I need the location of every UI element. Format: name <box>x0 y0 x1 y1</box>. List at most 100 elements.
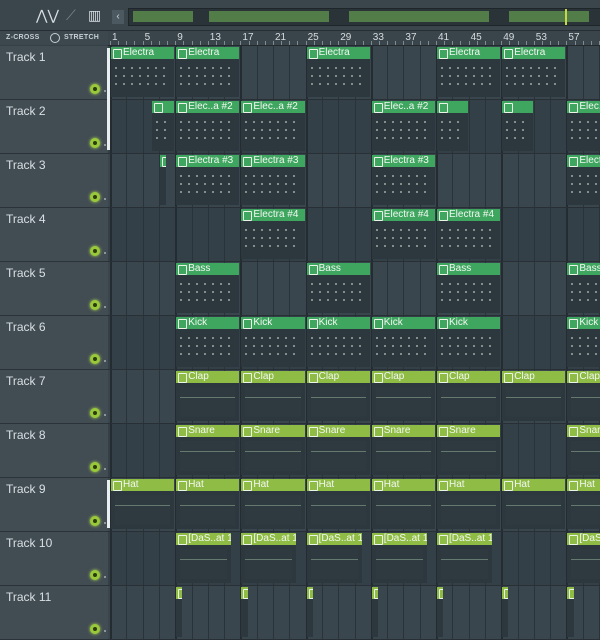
playlist-clip[interactable]: Snare <box>437 425 501 475</box>
track-mute-led-icon[interactable] <box>90 408 100 418</box>
track-lane[interactable]: Electra #4 Electra #4 Electra #4 <box>108 208 600 262</box>
pencil-icon[interactable]: ⟋ <box>66 8 76 22</box>
playlist-clip[interactable]: Clap <box>502 371 566 421</box>
playlist-clip[interactable] <box>176 587 183 637</box>
track-lane[interactable]: [DaS..at 1 [DaS..at 1 [DaS..at 1 [DaS..at 1… <box>108 532 600 586</box>
playlist-clip[interactable]: Elec..a #2 <box>371 101 435 151</box>
track-header[interactable]: Track 9 <box>0 478 108 532</box>
playlist-clip[interactable]: Hat <box>241 479 305 529</box>
playlist-clip[interactable]: Snare <box>567 425 600 475</box>
playlist-clip[interactable] <box>306 587 313 637</box>
track-lane[interactable]: Electra #3Electra #3Electra #3Electr... <box>108 154 600 208</box>
track-lane[interactable]: Kick Kick Kick Kick Kick Kick <box>108 316 600 370</box>
playlist-clip[interactable] <box>502 101 533 151</box>
playlist-clip[interactable]: [DaS..at 1 <box>176 533 232 583</box>
playlist-clip[interactable]: [DaS..at 1 <box>567 533 600 583</box>
playlist-clip[interactable]: [DaS..at 1 <box>371 533 427 583</box>
playlist-clip[interactable] <box>241 587 248 637</box>
playlist-clip[interactable]: Elec..a #2 <box>176 101 240 151</box>
playlist-clip[interactable]: Kick <box>241 317 305 367</box>
playlist-clip[interactable]: Kick <box>567 317 600 367</box>
playlist-clip[interactable]: Kick <box>306 317 370 367</box>
playlist-clip[interactable]: Electra #3 <box>176 155 240 205</box>
playlist-clip[interactable]: Clap <box>241 371 305 421</box>
track-header[interactable]: Track 7 <box>0 370 108 424</box>
track-mute-led-icon[interactable] <box>90 138 100 148</box>
zcross-label[interactable]: Z-CROSS <box>6 34 40 41</box>
track-header[interactable]: Track 4 <box>0 208 108 262</box>
track-resize-grip[interactable] <box>104 360 106 362</box>
playlist-clip[interactable]: Hat <box>176 479 240 529</box>
track-header[interactable]: Track 8 <box>0 424 108 478</box>
playlist-clip[interactable]: Electra <box>306 47 370 97</box>
keyboard-icon[interactable]: ▥ <box>88 8 101 22</box>
playlist-clip[interactable] <box>502 587 509 637</box>
playlist-clip[interactable]: Clap <box>567 371 600 421</box>
playlist-clip[interactable]: Clap <box>437 371 501 421</box>
track-mute-led-icon[interactable] <box>90 84 100 94</box>
track-resize-grip[interactable] <box>104 252 106 254</box>
track-header[interactable]: Track 6 <box>0 316 108 370</box>
scroll-left-arrow[interactable]: ‹ <box>112 10 124 24</box>
track-lane[interactable]: Bass Bass Bass Bass <box>108 262 600 316</box>
playlist-clip[interactable]: Electra <box>502 47 566 97</box>
playlist-overview[interactable] <box>128 8 600 26</box>
playlist-clip[interactable] <box>437 587 444 637</box>
playlist-clip[interactable]: Clap <box>176 371 240 421</box>
playlist-clip[interactable]: Electra <box>176 47 240 97</box>
track-mute-led-icon[interactable] <box>90 462 100 472</box>
track-resize-grip[interactable] <box>104 198 106 200</box>
track-resize-grip[interactable] <box>104 468 106 470</box>
playlist-clip[interactable]: Elec..a #2 <box>241 101 305 151</box>
track-header[interactable]: Track 3 <box>0 154 108 208</box>
track-header[interactable]: Track 10 <box>0 532 108 586</box>
playlist-clip[interactable]: Electra #4 <box>241 209 305 259</box>
track-mute-led-icon[interactable] <box>90 300 100 310</box>
playlist-clip[interactable]: Hat <box>502 479 566 529</box>
playlist-clip[interactable]: Electra <box>437 47 501 97</box>
playlist-clip[interactable]: [DaS..at 1 <box>437 533 493 583</box>
playlist-clip[interactable]: Hat <box>111 479 175 529</box>
track-resize-grip[interactable] <box>104 306 106 308</box>
track-lane[interactable] <box>108 586 600 640</box>
track-resize-grip[interactable] <box>104 630 106 632</box>
playlist-clip[interactable]: Snare <box>306 425 370 475</box>
playlist-clip[interactable] <box>159 155 167 205</box>
track-mute-led-icon[interactable] <box>90 354 100 364</box>
playlist-clip[interactable]: Hat <box>371 479 435 529</box>
playlist-clip[interactable] <box>567 587 574 637</box>
track-header[interactable]: Track 2 <box>0 100 108 154</box>
overview-cursor[interactable] <box>565 9 567 25</box>
waveform-icon[interactable]: ⋀⋁ <box>36 8 59 22</box>
track-mute-led-icon[interactable] <box>90 516 100 526</box>
track-lane[interactable]: Hat Hat Hat Hat Hat Hat Hat Hat <box>108 478 600 532</box>
track-resize-grip[interactable] <box>104 414 106 416</box>
playlist-clip[interactable]: Hat <box>437 479 501 529</box>
track-lane[interactable]: SnareSnareSnareSnareSnareSnare <box>108 424 600 478</box>
track-mute-led-icon[interactable] <box>90 624 100 634</box>
playlist-clip[interactable]: Electr... <box>567 155 600 205</box>
playlist-clip[interactable]: Kick <box>371 317 435 367</box>
playlist-clip[interactable]: Snare <box>371 425 435 475</box>
playlist-clip[interactable]: Hat <box>306 479 370 529</box>
track-lane[interactable]: Elec..a #2Elec..a #2Elec..a #2Elec... <box>108 100 600 154</box>
track-resize-grip[interactable] <box>104 576 106 578</box>
playlist-clip[interactable]: Bass <box>567 263 600 313</box>
playlist-clip[interactable]: Snare <box>241 425 305 475</box>
time-ruler[interactable]: 1 5 9 13 17 21 25 29 33 37 41 45 49 53 57 <box>108 31 600 46</box>
playlist-clip[interactable]: Clap <box>371 371 435 421</box>
track-mute-led-icon[interactable] <box>90 192 100 202</box>
track-header[interactable]: Track 1 <box>0 46 108 100</box>
playlist-clip[interactable]: Hat <box>567 479 600 529</box>
playlist-clip[interactable]: Electra <box>111 47 175 97</box>
playlist-clip[interactable]: [DaS..at 1 <box>306 533 362 583</box>
track-lane[interactable]: Electra Electra Electra Electra Electra <box>108 46 600 100</box>
track-lane[interactable]: Clap Clap Clap Clap Clap Clap Clap <box>108 370 600 424</box>
playlist-clip[interactable]: Kick <box>176 317 240 367</box>
playlist-clip[interactable]: [DaS..at 1 <box>241 533 297 583</box>
playlist-clip[interactable]: Electra #3 <box>371 155 435 205</box>
playlist-clip[interactable]: Bass <box>176 263 240 313</box>
playlist-clip[interactable]: Snare <box>176 425 240 475</box>
playlist-clip[interactable]: Electra #3 <box>241 155 305 205</box>
playlist-clip[interactable]: Elec... <box>567 101 600 151</box>
